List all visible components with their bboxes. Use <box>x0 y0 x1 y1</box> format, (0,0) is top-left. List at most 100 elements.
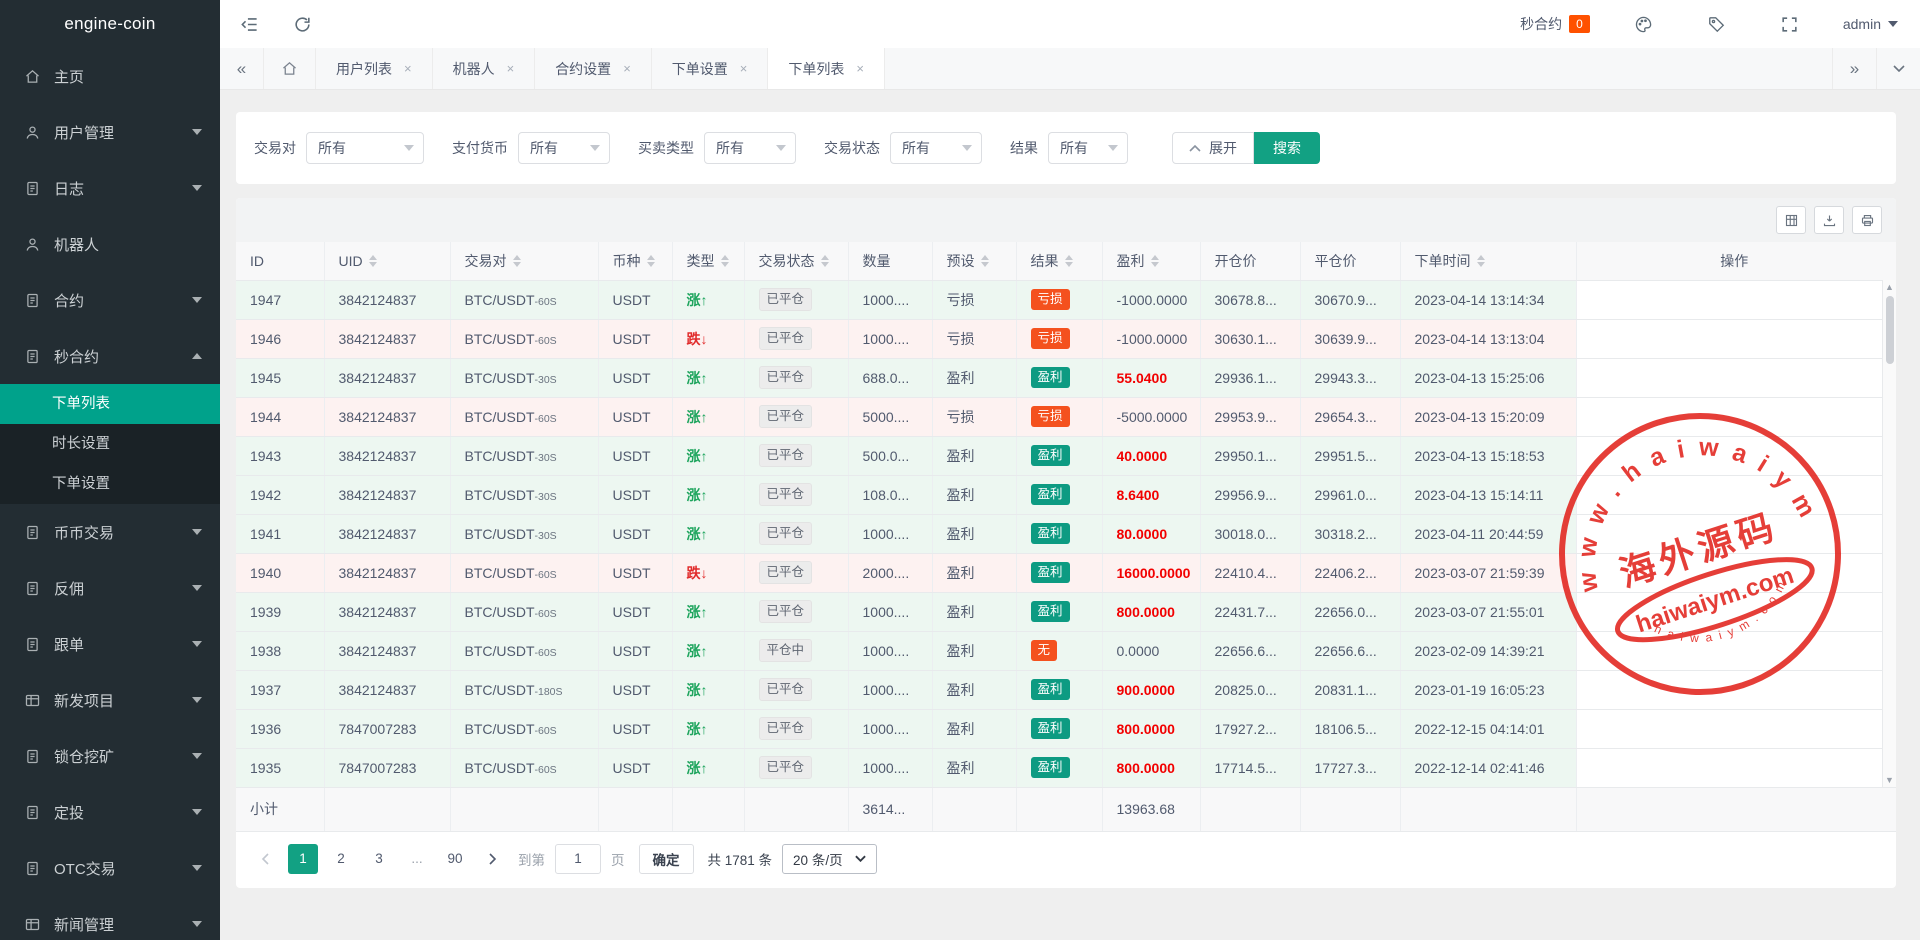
column-settings-button[interactable] <box>1776 206 1806 234</box>
chevron-down-icon <box>1108 145 1118 151</box>
goto-page-input[interactable] <box>555 844 601 874</box>
tag-icon[interactable] <box>1697 9 1736 40</box>
sidebar-item-otc-trading[interactable]: OTC交易 <box>0 840 220 896</box>
result-badge: 盈利 <box>1031 718 1070 739</box>
print-button[interactable] <box>1852 206 1882 234</box>
sidebar-item-label: 主页 <box>54 66 202 87</box>
filter-result-select[interactable]: 所有 <box>1048 132 1128 164</box>
close-icon[interactable]: × <box>507 61 515 76</box>
tab-contract-settings[interactable]: 合约设置× <box>535 48 652 89</box>
table-scrollbar[interactable]: ▲ ▼ <box>1882 280 1896 787</box>
sort-icon[interactable] <box>647 255 655 267</box>
scroll-up-icon[interactable]: ▲ <box>1885 280 1894 294</box>
export-button[interactable] <box>1814 206 1844 234</box>
tabs-scroll-right-button[interactable]: » <box>1832 48 1876 89</box>
sidebar-item-label: 跟单 <box>54 634 192 655</box>
sidebar-item-lock-mining[interactable]: 锁仓挖矿 <box>0 728 220 784</box>
page-button-1[interactable]: 1 <box>288 844 318 874</box>
prev-page-button[interactable] <box>250 844 280 874</box>
page-button-90[interactable]: 90 <box>440 844 470 874</box>
sidebar-item-label: 币币交易 <box>54 522 192 543</box>
sort-icon[interactable] <box>981 255 989 267</box>
status-badge: 已平仓 <box>759 678 813 701</box>
order-row-1945: 19453842124837BTC/USDT-30SUSDT涨↑已平仓688.0… <box>236 358 1896 397</box>
actions-cell <box>1576 709 1896 748</box>
tab-user-list[interactable]: 用户列表× <box>316 48 433 89</box>
expand-filters-button[interactable]: 展开 <box>1172 132 1254 164</box>
status-badge: 已平仓 <box>759 522 813 545</box>
sidebar-subitem-order-settings[interactable]: 下单设置 <box>0 464 220 504</box>
sidebar-item-seconds-contract[interactable]: 秒合约 <box>0 328 220 384</box>
sort-icon[interactable] <box>369 255 377 267</box>
column-header-time[interactable]: 下单时间 <box>1400 242 1576 280</box>
sidebar-item-rebate[interactable]: 反佣 <box>0 560 220 616</box>
close-icon[interactable]: × <box>740 61 748 76</box>
sort-icon[interactable] <box>1477 255 1485 267</box>
scrollbar-thumb[interactable] <box>1886 296 1894 364</box>
actions-cell <box>1576 748 1896 787</box>
search-button[interactable]: 搜索 <box>1254 132 1320 164</box>
column-header-profit[interactable]: 盈利 <box>1102 242 1200 280</box>
sort-icon[interactable] <box>1151 255 1159 267</box>
sort-icon[interactable] <box>821 255 829 267</box>
sort-icon[interactable] <box>1065 255 1073 267</box>
sort-icon[interactable] <box>721 255 729 267</box>
confirm-page-button[interactable]: 确定 <box>639 844 694 874</box>
close-icon[interactable]: × <box>623 61 631 76</box>
sidebar-item-contracts[interactable]: 合约 <box>0 272 220 328</box>
sidebar-item-robots[interactable]: 机器人 <box>0 216 220 272</box>
sidebar-item-fixed-invest[interactable]: 定投 <box>0 784 220 840</box>
sidebar: engine-coin 主页用户管理日志机器人合约秒合约下单列表时长设置下单设置… <box>0 0 220 940</box>
status-badge: 已平仓 <box>759 483 813 506</box>
close-icon[interactable]: × <box>404 61 412 76</box>
sidebar-item-label: 秒合约 <box>54 346 192 367</box>
actions-cell <box>1576 670 1896 709</box>
filter-pay-currency-select[interactable]: 所有 <box>518 132 610 164</box>
close-icon[interactable]: × <box>856 61 864 76</box>
tabs-menu-button[interactable] <box>1876 48 1920 89</box>
order-row-1937: 19373842124837BTC/USDT-180SUSDT涨↑已平仓1000… <box>236 670 1896 709</box>
filter-trade-type-select[interactable]: 所有 <box>704 132 796 164</box>
user-menu[interactable]: admin <box>1843 16 1898 32</box>
sidebar-subitem-order-list[interactable]: 下单列表 <box>0 384 220 424</box>
column-header-coin[interactable]: 币种 <box>598 242 672 280</box>
content-area: 交易对所有支付货币所有买卖类型所有交易状态所有结果所有 展开 搜索 <box>220 90 1920 940</box>
filter-trading-pair-select[interactable]: 所有 <box>306 132 424 164</box>
column-header-result[interactable]: 结果 <box>1016 242 1102 280</box>
sidebar-item-user-management[interactable]: 用户管理 <box>0 104 220 160</box>
tabs-scroll-left-button[interactable]: « <box>220 48 264 89</box>
sort-icon[interactable] <box>513 255 521 267</box>
sidebar-subitem-duration-settings[interactable]: 时长设置 <box>0 424 220 464</box>
column-header-pair[interactable]: 交易对 <box>450 242 598 280</box>
column-header-status[interactable]: 交易状态 <box>744 242 848 280</box>
sidebar-item-copy-trading[interactable]: 跟单 <box>0 616 220 672</box>
tab-order-settings[interactable]: 下单设置× <box>652 48 769 89</box>
filter-trade-status-select[interactable]: 所有 <box>890 132 982 164</box>
scroll-down-icon[interactable]: ▼ <box>1885 773 1894 787</box>
column-header-uid[interactable]: UID <box>324 242 450 280</box>
sidebar-item-logs[interactable]: 日志 <box>0 160 220 216</box>
theme-palette-icon[interactable] <box>1624 9 1663 40</box>
filter-label: 支付货币 <box>452 138 508 158</box>
column-settings-icon <box>1784 213 1799 228</box>
page-size-select[interactable]: 20 条/页 <box>782 844 877 874</box>
tab-robots[interactable]: 机器人× <box>433 48 536 89</box>
collapse-sidebar-button[interactable] <box>230 9 269 40</box>
column-header-type[interactable]: 类型 <box>672 242 744 280</box>
next-page-button[interactable] <box>478 844 508 874</box>
page-button-2[interactable]: 2 <box>326 844 356 874</box>
tab-bar: « 用户列表×机器人×合约设置×下单设置×下单列表× » <box>220 48 1920 90</box>
status-badge: 已平仓 <box>759 405 813 428</box>
sidebar-item-home[interactable]: 主页 <box>0 48 220 104</box>
column-header-preset[interactable]: 预设 <box>932 242 1016 280</box>
sidebar-item-new-projects[interactable]: 新发项目 <box>0 672 220 728</box>
page-button-3[interactable]: 3 <box>364 844 394 874</box>
tab-order-list[interactable]: 下单列表× <box>768 48 885 89</box>
sidebar-item-spot-trading[interactable]: 币币交易 <box>0 504 220 560</box>
refresh-icon[interactable] <box>283 9 322 40</box>
sidebar-item-news-management[interactable]: 新闻管理 <box>0 896 220 940</box>
seconds-contract-notice[interactable]: 秒合约 0 <box>1520 14 1590 34</box>
fullscreen-icon[interactable] <box>1770 9 1809 40</box>
tab-home[interactable] <box>264 48 316 89</box>
file-icon <box>24 180 41 197</box>
